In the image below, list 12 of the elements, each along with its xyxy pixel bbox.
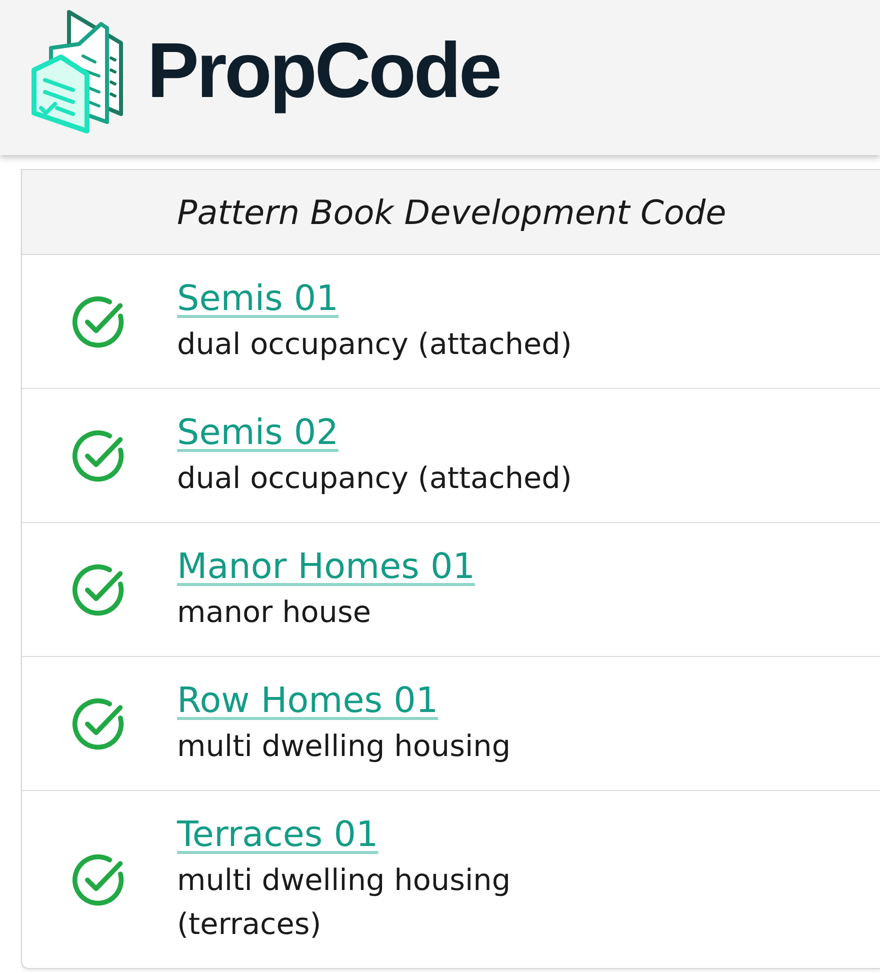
brand-name: PropCode — [147, 24, 501, 116]
plan-description: multi dwelling housing — [177, 728, 511, 765]
plan-description: multi dwelling housing (terraces) — [177, 862, 512, 943]
plan-description: manor house — [177, 594, 372, 631]
plan-link[interactable]: Semis 02 — [177, 411, 338, 456]
plan-link[interactable]: Semis 01 — [177, 277, 338, 322]
plan-description: dual occupancy (attached) — [177, 460, 572, 497]
plan-link[interactable]: Manor Homes 01 — [177, 545, 476, 590]
plan-link[interactable]: Terraces 01 — [177, 813, 378, 858]
plan-link[interactable]: Row Homes 01 — [177, 679, 438, 724]
plan-description: dual occupancy (attached) — [177, 326, 572, 363]
column-heading: Pattern Book Development Code — [177, 192, 726, 232]
